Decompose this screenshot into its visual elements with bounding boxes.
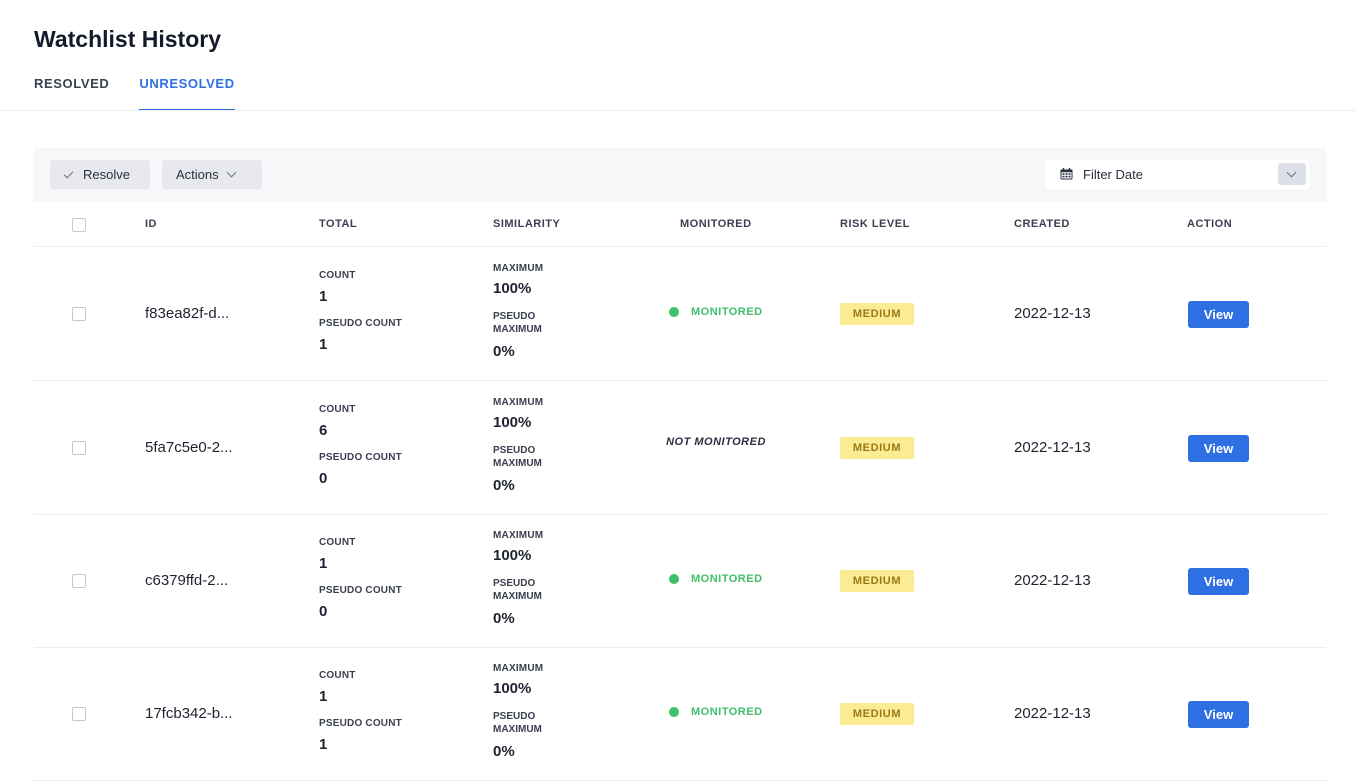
pseudo-maximum-label: PSEUDO MAXIMUM bbox=[493, 578, 542, 602]
column-header-monitored[interactable]: MONITORED bbox=[680, 218, 752, 230]
created-date: 2022-12-13 bbox=[1014, 305, 1091, 322]
view-button[interactable]: View bbox=[1188, 301, 1249, 328]
status-dot-icon bbox=[669, 574, 679, 584]
row-id: 5fa7c5e0-2... bbox=[145, 439, 233, 456]
row-id: 17fcb342-b... bbox=[145, 705, 233, 722]
maximum-label: MAXIMUM bbox=[493, 397, 544, 408]
pseudo-count-label: PSEUDO COUNT bbox=[319, 718, 402, 729]
column-header-total[interactable]: TOTAL bbox=[319, 218, 357, 230]
filter-date-label: Filter Date bbox=[1083, 167, 1143, 182]
row-checkbox[interactable] bbox=[72, 307, 86, 321]
monitored-status: MONITORED bbox=[669, 306, 763, 318]
view-button[interactable]: View bbox=[1188, 568, 1249, 595]
maximum-value: 100% bbox=[493, 280, 532, 297]
actions-dropdown[interactable]: Actions bbox=[162, 160, 262, 189]
calendar-icon bbox=[1060, 168, 1073, 180]
created-date: 2022-12-13 bbox=[1014, 439, 1091, 456]
risk-badge: MEDIUM bbox=[840, 437, 914, 459]
row-checkbox[interactable] bbox=[72, 441, 86, 455]
created-date: 2022-12-13 bbox=[1014, 705, 1091, 722]
resolve-button[interactable]: Resolve bbox=[50, 160, 150, 189]
row-checkbox[interactable] bbox=[72, 574, 86, 588]
table-row: c6379ffd-2... COUNT 1 PSEUDO COUNT 0 MAX… bbox=[34, 514, 1326, 648]
count-value: 1 bbox=[319, 555, 328, 572]
actions-dropdown-label: Actions bbox=[176, 167, 219, 182]
maximum-value: 100% bbox=[493, 547, 532, 564]
tab-resolved[interactable]: RESOLVED bbox=[34, 76, 109, 111]
table-row: f83ea82f-d... COUNT 1 PSEUDO COUNT 1 MAX… bbox=[34, 247, 1326, 381]
status-dot-icon bbox=[669, 707, 679, 717]
row-checkbox[interactable] bbox=[72, 707, 86, 721]
pseudo-count-label: PSEUDO COUNT bbox=[319, 585, 402, 596]
count-value: 1 bbox=[319, 688, 328, 705]
pseudo-maximum-value: 0% bbox=[493, 610, 515, 627]
view-button[interactable]: View bbox=[1188, 701, 1249, 728]
not-monitored-status: NOT MONITORED bbox=[666, 436, 766, 448]
risk-badge: MEDIUM bbox=[840, 703, 914, 725]
maximum-label: MAXIMUM bbox=[493, 263, 544, 274]
pseudo-maximum-value: 0% bbox=[493, 477, 515, 494]
watchlist-panel: Resolve Actions Filter Date ID TOTAL SIM… bbox=[34, 148, 1326, 782]
column-header-created[interactable]: CREATED bbox=[1014, 218, 1070, 230]
tabs-divider bbox=[0, 110, 1356, 111]
pseudo-maximum-label: PSEUDO MAXIMUM bbox=[493, 311, 542, 335]
count-label: COUNT bbox=[319, 270, 356, 281]
chevron-down-icon bbox=[1286, 167, 1297, 178]
resolve-button-label: Resolve bbox=[83, 167, 130, 182]
pseudo-maximum-label: PSEUDO MAXIMUM bbox=[493, 711, 542, 735]
maximum-label: MAXIMUM bbox=[493, 530, 544, 541]
pseudo-maximum-value: 0% bbox=[493, 343, 515, 360]
tab-unresolved[interactable]: UNRESOLVED bbox=[139, 76, 235, 111]
pseudo-count-label: PSEUDO COUNT bbox=[319, 452, 402, 463]
pseudo-count-label: PSEUDO COUNT bbox=[319, 318, 402, 329]
maximum-value: 100% bbox=[493, 414, 532, 431]
pseudo-count-value: 1 bbox=[319, 736, 328, 753]
pseudo-count-value: 1 bbox=[319, 336, 328, 353]
monitored-status-text: MONITORED bbox=[691, 573, 763, 585]
maximum-value: 100% bbox=[493, 680, 532, 697]
risk-badge: MEDIUM bbox=[840, 303, 914, 325]
column-header-id[interactable]: ID bbox=[145, 218, 157, 230]
pseudo-maximum-label: PSEUDO MAXIMUM bbox=[493, 445, 542, 469]
chevron-down-icon bbox=[226, 167, 237, 178]
risk-badge: MEDIUM bbox=[840, 570, 914, 592]
created-date: 2022-12-13 bbox=[1014, 572, 1091, 589]
monitored-status: MONITORED bbox=[669, 573, 763, 585]
column-header-action: ACTION bbox=[1187, 218, 1233, 230]
row-id: f83ea82f-d... bbox=[145, 305, 230, 322]
monitored-status: MONITORED bbox=[669, 706, 763, 718]
monitored-status-text: MONITORED bbox=[691, 306, 763, 318]
pseudo-count-value: 0 bbox=[319, 603, 328, 620]
filter-date-toggle[interactable] bbox=[1278, 163, 1306, 185]
toolbar: Resolve Actions Filter Date bbox=[34, 148, 1326, 202]
table-row: 5fa7c5e0-2... COUNT 6 PSEUDO COUNT 0 MAX… bbox=[34, 381, 1326, 515]
count-value: 6 bbox=[319, 422, 328, 439]
count-label: COUNT bbox=[319, 537, 356, 548]
filter-date-select[interactable]: Filter Date bbox=[1045, 160, 1310, 189]
table-row: 17fcb342-b... COUNT 1 PSEUDO COUNT 1 MAX… bbox=[34, 647, 1326, 781]
column-header-similarity[interactable]: SIMILARITY bbox=[493, 218, 560, 230]
count-label: COUNT bbox=[319, 670, 356, 681]
row-id: c6379ffd-2... bbox=[145, 572, 229, 589]
select-all-checkbox[interactable] bbox=[72, 218, 86, 232]
view-button[interactable]: View bbox=[1188, 435, 1249, 462]
maximum-label: MAXIMUM bbox=[493, 663, 544, 674]
count-value: 1 bbox=[319, 288, 328, 305]
tab-bar: RESOLVED UNRESOLVED bbox=[34, 76, 265, 111]
monitored-status-text: MONITORED bbox=[691, 706, 763, 718]
checkmark-icon bbox=[63, 168, 74, 178]
pseudo-count-value: 0 bbox=[319, 470, 328, 487]
count-label: COUNT bbox=[319, 404, 356, 415]
status-dot-icon bbox=[669, 307, 679, 317]
table-header: ID TOTAL SIMILARITY MONITORED RISK LEVEL… bbox=[34, 202, 1326, 247]
column-header-risk-level[interactable]: RISK LEVEL bbox=[840, 218, 910, 230]
pseudo-maximum-value: 0% bbox=[493, 743, 515, 760]
page-title: Watchlist History bbox=[34, 26, 222, 52]
